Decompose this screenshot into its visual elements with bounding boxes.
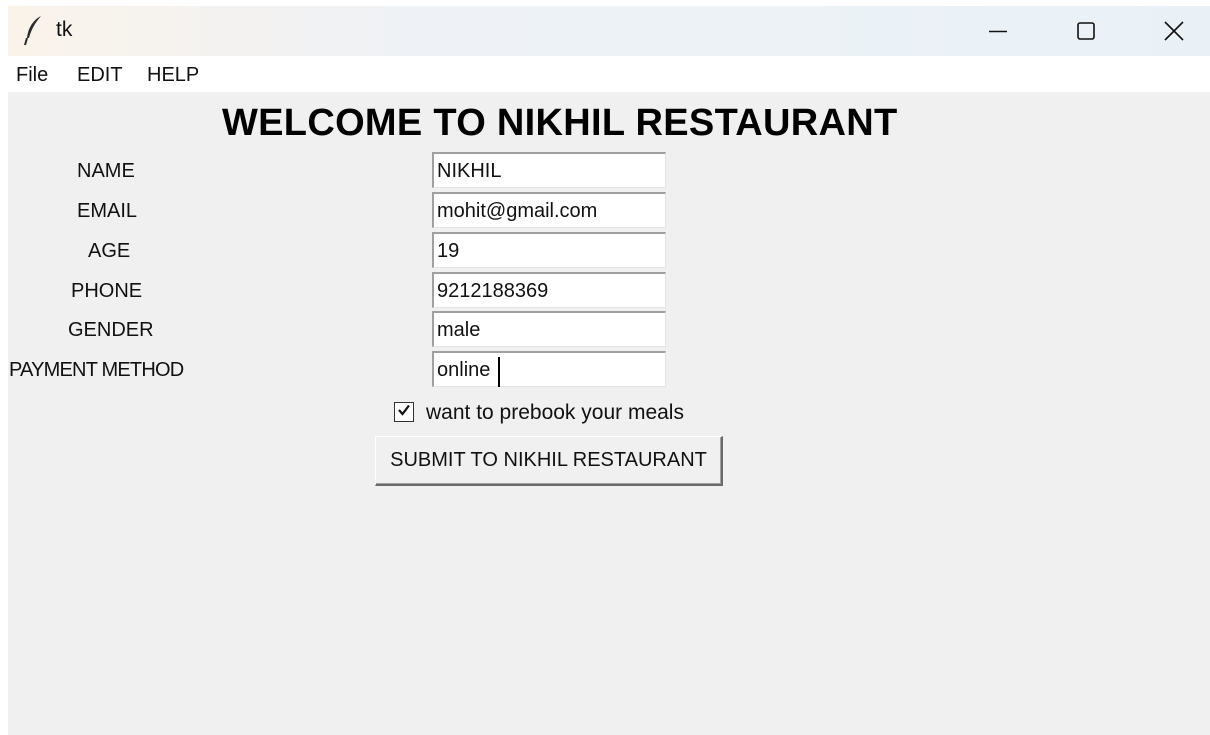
menu-file[interactable]: File — [16, 64, 48, 87]
name-field[interactable] — [432, 152, 666, 188]
submit-button[interactable]: SUBMIT TO NIKHIL RESTAURANT — [375, 436, 723, 486]
gender-label: GENDER — [68, 319, 154, 341]
menu-help[interactable]: HELP — [147, 64, 199, 87]
checkmark-icon — [397, 403, 411, 422]
email-label: EMAIL — [77, 200, 138, 222]
maximize-icon — [1076, 21, 1096, 41]
app-window: tk File EDIT HELP WELCOME TO NIKHIL REST… — [8, 6, 1210, 735]
age-label: AGE — [88, 240, 131, 262]
maximize-button[interactable] — [1042, 6, 1130, 56]
menu-edit[interactable]: EDIT — [77, 64, 123, 87]
page-title: WELCOME TO NIKHIL RESTAURANT — [222, 102, 898, 144]
text-cursor — [498, 357, 500, 387]
window-title: tk — [56, 18, 73, 41]
gender-field[interactable] — [432, 311, 666, 347]
email-field[interactable] — [432, 192, 666, 228]
name-label: NAME — [77, 160, 135, 182]
phone-label: PHONE — [71, 280, 143, 302]
payment-method-field[interactable] — [432, 351, 666, 387]
close-button[interactable] — [1130, 6, 1210, 56]
menu-bar: File EDIT HELP — [8, 56, 1210, 92]
prebook-checkbox[interactable] — [394, 402, 414, 422]
phone-field[interactable] — [432, 272, 666, 308]
payment-method-label: PAYMENT METHOD — [9, 359, 184, 381]
title-bar[interactable]: tk — [8, 6, 1210, 56]
prebook-label[interactable]: want to prebook your meals — [426, 401, 684, 425]
minimize-icon — [988, 21, 1008, 41]
age-field[interactable] — [432, 232, 666, 268]
feather-icon — [24, 14, 44, 46]
minimize-button[interactable] — [954, 6, 1042, 56]
close-icon — [1163, 20, 1185, 42]
